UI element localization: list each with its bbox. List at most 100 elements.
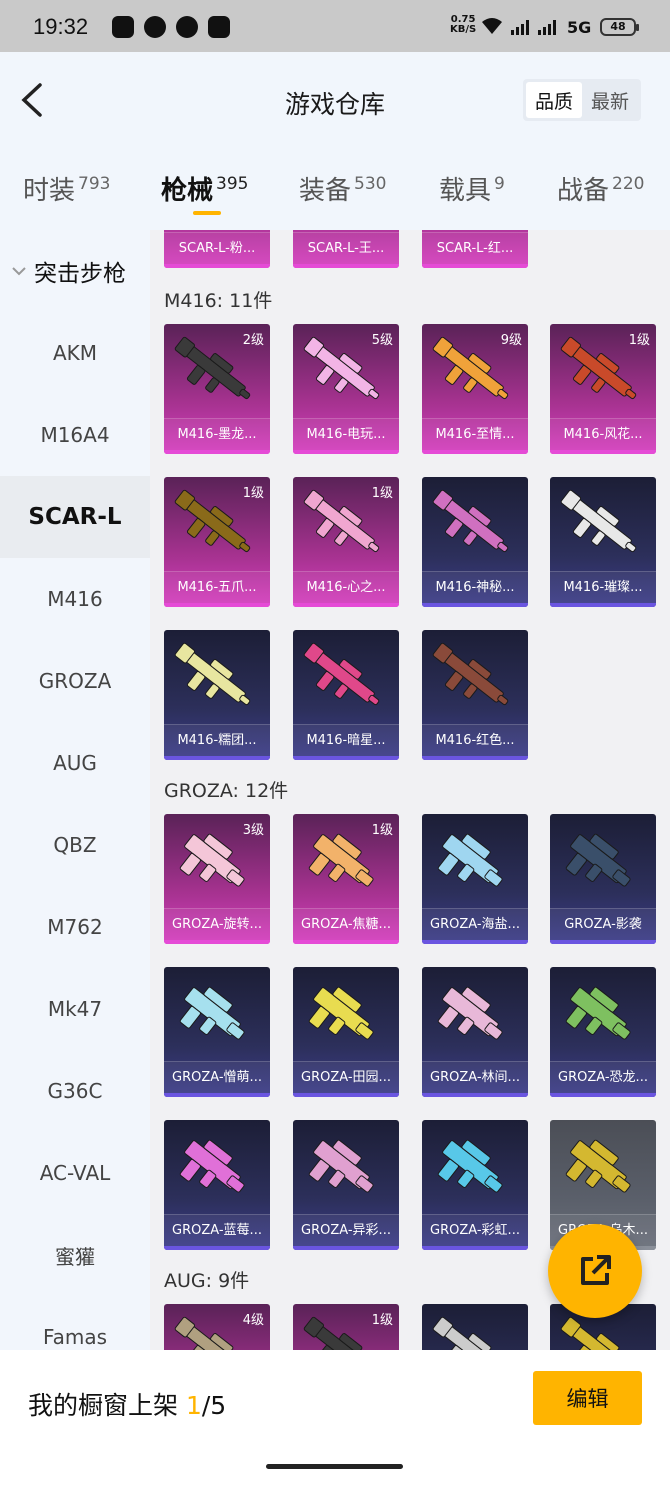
weapon-skin-card[interactable]: GROZA-彩虹...: [422, 1120, 528, 1250]
skin-name: GROZA-憎萌...: [164, 1061, 270, 1093]
skin-level-badge: 1级: [371, 1313, 393, 1328]
skin-name: M416-墨龙...: [164, 418, 270, 450]
skin-name: M416-至情...: [422, 418, 528, 450]
tab-vehicles[interactable]: 载具 9: [439, 170, 505, 207]
weapon-skin-card[interactable]: M416-神秘...: [422, 477, 528, 607]
sidebar-item-famas[interactable]: Famas: [0, 1296, 150, 1350]
tab-supplies[interactable]: 战备 220: [557, 170, 644, 207]
weapon-skin-card[interactable]: 4级: [164, 1304, 270, 1350]
active-tab-indicator: [193, 211, 221, 215]
sidebar-item-mk47[interactable]: Mk47: [0, 968, 150, 1050]
weapon-skin-card[interactable]: SCAR-L-王...: [293, 230, 399, 268]
network-type: 5G: [567, 18, 592, 37]
weapon-skin-card[interactable]: M416-糯团...: [164, 630, 270, 760]
weapon-skin-image: [437, 986, 503, 1040]
skin-name: GROZA-海盐...: [422, 908, 528, 940]
skin-name: GROZA-旋转...: [164, 908, 270, 940]
weapon-skin-image: [179, 986, 245, 1040]
weapon-skin-image: [565, 986, 631, 1040]
skin-name: GROZA-田园...: [293, 1061, 399, 1093]
sidebar-item-groza[interactable]: GROZA: [0, 640, 150, 722]
skin-level-badge: 1级: [628, 333, 650, 348]
weapon-skin-image: [308, 986, 374, 1040]
skin-name: M416-五爪...: [164, 571, 270, 603]
sidebar-item-aug[interactable]: AUG: [0, 722, 150, 804]
weapon-skin-image: [437, 1139, 503, 1193]
weapon-skin-card[interactable]: GROZA-蓝莓...: [164, 1120, 270, 1250]
skin-name: M416-心之...: [293, 571, 399, 603]
section-title: M416: 11件: [164, 290, 273, 312]
weapon-skin-card[interactable]: [422, 1304, 528, 1350]
weapon-skin-card[interactable]: GROZA-林间...: [422, 967, 528, 1097]
weapon-skin-image: [308, 1139, 374, 1193]
weapon-skin-card[interactable]: 1级: [293, 1304, 399, 1350]
weapon-skin-card[interactable]: 1级 M416-心之...: [293, 477, 399, 607]
weapon-type-sidebar: 突击步枪 AKM M16A4 SCAR-L M416 GROZA AUG QBZ M762 Mk…: [0, 230, 150, 1350]
chevron-down-icon: [12, 267, 26, 276]
skin-level-badge: 3级: [242, 823, 264, 838]
signal-icon-2: [538, 20, 556, 35]
sidebar-item-g36c[interactable]: G36C: [0, 1050, 150, 1132]
sidebar-item-m16a4[interactable]: M16A4: [0, 394, 150, 476]
weapon-skin-card[interactable]: 1级 M416-风花...: [550, 324, 656, 454]
weapon-skin-card[interactable]: 2级 M416-墨龙...: [164, 324, 270, 454]
skin-name: GROZA-影袭: [550, 908, 656, 940]
browser-notification-icon: [176, 16, 198, 38]
weapon-skin-card[interactable]: M416-红色...: [422, 630, 528, 760]
weapon-skin-card[interactable]: 1级 M416-五爪...: [164, 477, 270, 607]
sidebar-item-qbz[interactable]: QBZ: [0, 804, 150, 886]
weapon-skin-card[interactable]: GROZA-田园...: [293, 967, 399, 1097]
sidebar-item--[interactable]: 蜜獾: [0, 1214, 150, 1296]
weapon-skin-image: [432, 1316, 504, 1350]
weapon-skin-image: [565, 1139, 631, 1193]
gallery-notification-icon: [208, 16, 230, 38]
sidebar-item-m416[interactable]: M416: [0, 558, 150, 640]
bottom-bar: 我的橱窗上架 1/5 编辑: [0, 1350, 670, 1489]
sidebar-item-ac-val[interactable]: AC-VAL: [0, 1132, 150, 1214]
sidebar-group-assault-rifles[interactable]: 突击步枪: [0, 230, 150, 312]
skin-name: M416-风花...: [550, 418, 656, 450]
skin-name: GROZA-蓝莓...: [164, 1214, 270, 1246]
weapon-skin-card[interactable]: M416-暗星...: [293, 630, 399, 760]
weapon-skin-card[interactable]: GROZA-海盐...: [422, 814, 528, 944]
skin-name: GROZA-林间...: [422, 1061, 528, 1093]
skin-name: M416-糯团...: [164, 724, 270, 756]
weapon-skin-card[interactable]: GROZA-影袭: [550, 814, 656, 944]
sidebar-item-akm[interactable]: AKM: [0, 312, 150, 394]
share-button[interactable]: [548, 1224, 642, 1318]
skin-level-badge: 9级: [500, 333, 522, 348]
tab-equipment[interactable]: 装备 530: [299, 170, 386, 207]
tab-fashion[interactable]: 时装 793: [23, 170, 110, 207]
weapon-skin-card[interactable]: GROZA-恐龙...: [550, 967, 656, 1097]
battery-icon: 48: [600, 18, 639, 36]
section-title: AUG: 9件: [164, 1270, 250, 1292]
weapon-skin-card[interactable]: SCAR-L-红...: [422, 230, 528, 268]
skin-name: M416-神秘...: [422, 571, 528, 603]
external-link-icon: [581, 1255, 611, 1285]
skin-name: M416-红色...: [422, 724, 528, 756]
weapon-skin-card[interactable]: SCAR-L-粉...: [164, 230, 270, 268]
sort-option-quality[interactable]: 品质: [526, 82, 582, 118]
sort-option-latest[interactable]: 最新: [582, 82, 638, 118]
skin-name: SCAR-L-粉...: [164, 232, 270, 264]
weapon-skin-card[interactable]: M416-璀璨...: [550, 477, 656, 607]
weapon-skin-card[interactable]: GROZA-憎萌...: [164, 967, 270, 1097]
sidebar-item-m762[interactable]: M762: [0, 886, 150, 968]
category-tabs: 时装 793 枪械 395 装备 530 载具 9 战备 220: [0, 152, 670, 230]
skin-level-badge: 1级: [242, 486, 264, 501]
weapon-skin-image: [303, 642, 380, 706]
weapon-skin-card[interactable]: 1级 GROZA-焦糖...: [293, 814, 399, 944]
showcase-status: 我的橱窗上架 1/5: [28, 1391, 227, 1420]
weapon-skin-card[interactable]: GROZA-异彩...: [293, 1120, 399, 1250]
skin-name: GROZA-彩虹...: [422, 1214, 528, 1246]
weapon-skin-card[interactable]: 9级 M416-至情...: [422, 324, 528, 454]
sidebar-item-scar-l[interactable]: SCAR-L: [0, 476, 150, 558]
weapon-skin-card[interactable]: 3级 GROZA-旋转...: [164, 814, 270, 944]
tab-guns[interactable]: 枪械 395: [161, 170, 248, 207]
weapon-skin-card[interactable]: 5级 M416-电玩...: [293, 324, 399, 454]
skin-name: GROZA-焦糖...: [293, 908, 399, 940]
edit-button[interactable]: 编辑: [533, 1371, 642, 1425]
status-time: 19:32: [33, 14, 89, 39]
skin-level-badge: 1级: [371, 823, 393, 838]
skin-level-badge: 2级: [242, 333, 264, 348]
